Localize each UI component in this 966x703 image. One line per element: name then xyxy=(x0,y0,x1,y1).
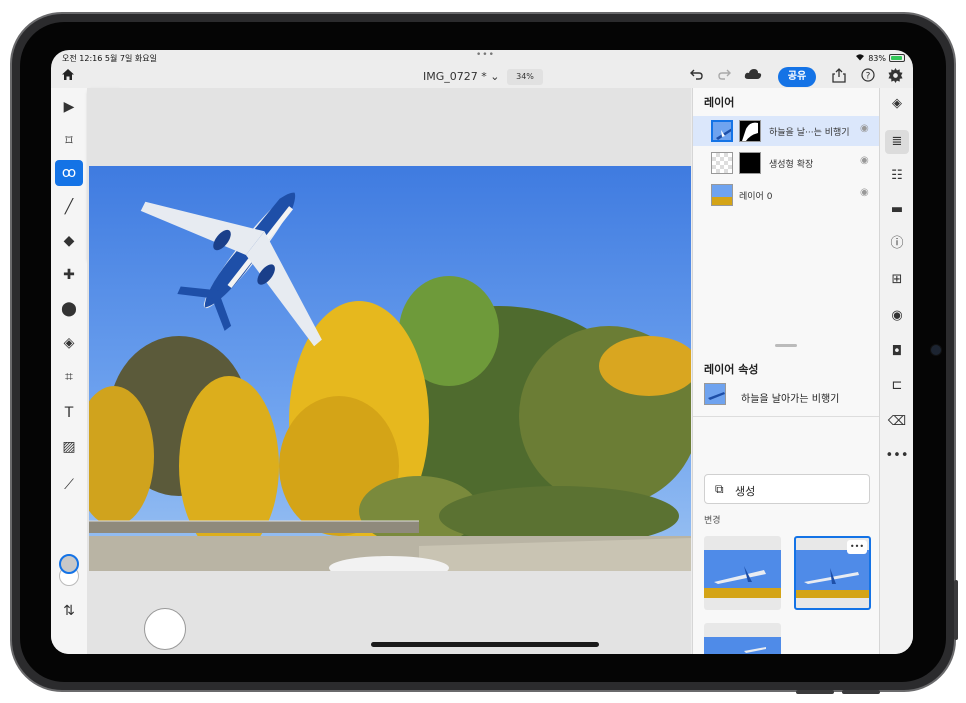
layer-row-airplane[interactable]: 하늘을 날···는 비행기 ◉ xyxy=(693,116,880,146)
fill-tool[interactable]: ◈ xyxy=(55,330,83,356)
undo-icon[interactable] xyxy=(690,68,704,84)
comments-icon[interactable]: ▬ xyxy=(885,198,909,222)
volume-button xyxy=(842,690,880,694)
battery-icon xyxy=(889,54,905,62)
type-tool[interactable]: T xyxy=(55,400,83,426)
mask-icon[interactable]: ◘ xyxy=(885,340,909,364)
transform-icon: ⌑ xyxy=(65,133,73,149)
layer-name: 생성형 확장 xyxy=(769,160,814,170)
volume-button xyxy=(796,690,834,694)
layer-name: 하늘을 날···는 비행기 xyxy=(769,128,850,138)
generate-button[interactable]: ⧉ 생성 xyxy=(704,474,870,504)
type-icon: T xyxy=(64,405,74,421)
move-icon: ▶ xyxy=(63,99,75,115)
right-rail: ◈ ≣ ☷ ▬ ⓘ ⊞ ◉ ◘ ⊏ ⌫ ••• xyxy=(879,88,913,654)
generate-label: 생성 xyxy=(735,485,756,498)
property-layer-name: 하늘을 날아가는 비행기 xyxy=(741,394,840,405)
variation-thumbnail-1[interactable] xyxy=(704,536,781,610)
canvas-area[interactable] xyxy=(87,88,691,654)
status-right: 83% xyxy=(855,53,905,63)
home-indicator xyxy=(371,642,599,647)
layer-row-layer-0[interactable]: 레이어 0 ◉ xyxy=(693,180,880,210)
eyedropper-tool[interactable]: ⟋ xyxy=(55,472,83,498)
help-icon[interactable]: ? xyxy=(861,68,875,86)
layer-mask-thumbnail[interactable] xyxy=(739,120,761,142)
variation-thumbnail-2[interactable]: ••• xyxy=(794,536,871,610)
brush-tool[interactable]: ╱ xyxy=(55,194,83,220)
divider xyxy=(693,416,880,417)
layer-row-generative-expand[interactable]: 생성형 확장 ◉ xyxy=(693,148,880,178)
battery-percent: 83% xyxy=(868,53,886,63)
variation-more-button[interactable]: ••• xyxy=(847,540,867,554)
top-toolbar: IMG_0727 * ⌄ 34% 공유 ? xyxy=(51,66,913,88)
visibility-eye-icon[interactable]: ◉ xyxy=(860,123,869,134)
svg-text:?: ? xyxy=(866,72,871,82)
healing-icon: ✚ xyxy=(63,267,75,283)
panel-divider-grip[interactable] xyxy=(775,344,797,347)
airplane-photo xyxy=(89,166,691,571)
touch-shortcut-button[interactable] xyxy=(144,608,186,650)
property-layer-thumbnail xyxy=(704,383,726,405)
variation-thumbnail-3[interactable] xyxy=(704,623,781,654)
layer-thumbnail xyxy=(711,120,733,142)
lasso-tool[interactable]: ꝏ xyxy=(55,160,83,186)
share-button[interactable]: 공유 xyxy=(778,67,816,87)
swap-colors-button[interactable]: ⇅ xyxy=(55,598,83,624)
clone-stamp-icon: ⬤ xyxy=(61,301,77,317)
add-layer-icon[interactable]: ⊞ xyxy=(885,268,909,292)
adjustments-icon[interactable]: ☷ xyxy=(885,164,909,188)
cloud-icon[interactable] xyxy=(744,68,762,84)
export-icon[interactable] xyxy=(832,68,846,87)
foreground-color-chip[interactable] xyxy=(59,554,79,574)
left-toolbar: ▶ ⌑ ꝏ ╱ ◆ ✚ ⬤ ◈ ⌗ T ▨ ⟋ ⇅ xyxy=(51,88,87,654)
eyedropper-icon: ⟋ xyxy=(64,477,74,493)
healing-tool[interactable]: ✚ xyxy=(55,262,83,288)
layer-mask-thumbnail[interactable] xyxy=(739,152,761,174)
brush-icon: ╱ xyxy=(64,199,74,215)
layer-properties-title: 레이어 속성 xyxy=(704,363,759,376)
visibility-eye-icon[interactable]: ◉ xyxy=(860,187,869,198)
crop-tool[interactable]: ⌗ xyxy=(55,364,83,390)
swap-icon: ⇅ xyxy=(63,603,75,619)
clear-icon[interactable]: ⌫ xyxy=(885,410,909,434)
status-bar: 오전 12:16 5월 7일 화요일 ••• 83% xyxy=(51,50,913,66)
variations-label: 변경 xyxy=(704,516,721,526)
layer-thumbnail xyxy=(711,152,733,174)
layers-panel-title: 레이어 xyxy=(704,96,735,109)
home-icon[interactable] xyxy=(61,68,75,85)
info-icon[interactable]: ⓘ xyxy=(885,232,909,256)
layer-thumbnail xyxy=(711,184,733,206)
front-camera xyxy=(930,344,942,356)
clone-stamp-tool[interactable]: ⬤ xyxy=(55,296,83,322)
redo-icon[interactable] xyxy=(717,68,731,84)
layer-properties-icon[interactable]: ≣ xyxy=(885,130,909,154)
adjustment-tool[interactable]: ▨ xyxy=(55,434,83,460)
document-image[interactable] xyxy=(89,166,691,571)
visibility-icon[interactable]: ◉ xyxy=(885,304,909,328)
screen: 오전 12:16 5월 7일 화요일 ••• 83% IMG_0727 * ⌄ … xyxy=(51,50,913,654)
transform-tool[interactable]: ⌑ xyxy=(55,128,83,154)
merge-icon[interactable]: ⊏ xyxy=(885,374,909,398)
eraser-icon: ◆ xyxy=(63,233,75,249)
side-button xyxy=(954,580,958,640)
wifi-icon xyxy=(855,53,865,63)
status-time: 오전 12:16 5월 7일 화요일 xyxy=(62,54,157,63)
eraser-tool[interactable]: ◆ xyxy=(55,228,83,254)
settings-gear-icon[interactable] xyxy=(888,68,903,87)
layers-panel: 레이어 하늘을 날···는 비행기 ◉ 생성형 확장 ◉ 레이어 0 ◉ 레이어… xyxy=(692,88,880,654)
move-tool[interactable]: ▶ xyxy=(55,94,83,120)
zoom-level[interactable]: 34% xyxy=(507,69,543,85)
generate-icon: ⧉ xyxy=(715,482,724,496)
more-icon[interactable]: ••• xyxy=(885,444,909,468)
crop-icon: ⌗ xyxy=(65,369,73,385)
lasso-icon: ꝏ xyxy=(61,165,77,181)
document-name[interactable]: IMG_0727 * ⌄ xyxy=(423,70,499,83)
layer-name: 레이어 0 xyxy=(739,192,773,202)
fill-icon: ◈ xyxy=(63,335,75,351)
visibility-eye-icon[interactable]: ◉ xyxy=(860,155,869,166)
layers-icon[interactable]: ◈ xyxy=(885,92,909,116)
adjustment-icon: ▨ xyxy=(62,439,76,455)
multitask-dots[interactable]: ••• xyxy=(476,50,495,60)
